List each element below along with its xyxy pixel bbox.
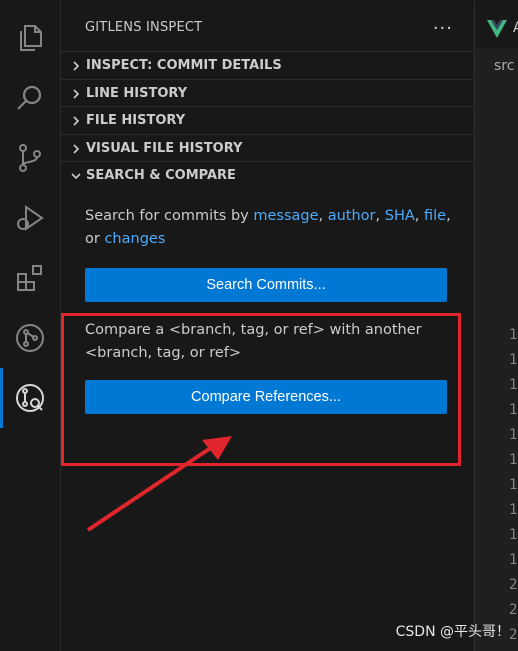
line-number: 1 xyxy=(509,452,518,468)
section-inspect-commit-details[interactable]: INSPECT: COMMIT DETAILS xyxy=(61,51,473,79)
search-description: Search for commits by message, author, S… xyxy=(85,205,455,251)
chevron-right-icon xyxy=(66,88,86,100)
line-number: 1 xyxy=(509,402,518,418)
line-number: 1 xyxy=(509,427,518,443)
section-visual-file-history[interactable]: VISUAL FILE HISTORY xyxy=(61,134,473,162)
search-prefix: Search for commits by xyxy=(85,208,254,224)
chevron-right-icon xyxy=(66,143,86,155)
editor-area: A src 1 1 1 1 1 1 1 1 1 1 2 2 2 xyxy=(474,0,518,651)
line-number: 1 xyxy=(509,352,518,368)
editor-tab-label[interactable]: A xyxy=(513,20,518,36)
section-line-history[interactable]: LINE HISTORY xyxy=(61,79,473,107)
more-actions-icon[interactable]: ··· xyxy=(433,18,453,39)
chevron-down-icon xyxy=(66,170,86,182)
highlight-box xyxy=(61,313,461,466)
section-label: VISUAL FILE HISTORY xyxy=(86,141,243,156)
line-number: 1 xyxy=(509,327,518,343)
gitlens-inspect-icon[interactable] xyxy=(0,368,60,428)
section-file-history[interactable]: FILE HISTORY xyxy=(61,106,473,134)
line-number: 1 xyxy=(509,527,518,543)
link-changes[interactable]: changes xyxy=(104,231,165,247)
chevron-right-icon xyxy=(66,60,86,72)
line-number: 2 xyxy=(509,602,518,618)
source-control-icon[interactable] xyxy=(0,128,60,188)
editor-tabbar: A xyxy=(475,0,518,48)
breadcrumb[interactable]: src xyxy=(494,58,514,74)
activity-bar xyxy=(0,0,61,651)
search-commits-button[interactable]: Search Commits... xyxy=(85,268,447,302)
section-label: LINE HISTORY xyxy=(86,86,188,101)
line-number: 2 xyxy=(509,577,518,593)
gitlens-icon[interactable] xyxy=(0,308,60,368)
watermark: CSDN @平头哥！ xyxy=(395,624,510,640)
separator: , xyxy=(375,208,385,224)
section-label: SEARCH & COMPARE xyxy=(86,168,236,183)
link-author[interactable]: author xyxy=(328,208,376,224)
sidebar-title: GITLENS INSPECT xyxy=(85,20,203,35)
chevron-right-icon xyxy=(66,115,86,127)
explorer-icon[interactable] xyxy=(0,8,60,68)
vue-icon xyxy=(487,20,507,38)
separator: , xyxy=(318,208,328,224)
line-number: 2 xyxy=(509,627,518,643)
link-file[interactable]: file xyxy=(424,208,446,224)
separator: , xyxy=(414,208,424,224)
section-search-compare[interactable]: SEARCH & COMPARE xyxy=(61,161,473,189)
line-number: 1 xyxy=(509,477,518,493)
section-label: INSPECT: COMMIT DETAILS xyxy=(86,58,282,73)
run-debug-icon[interactable] xyxy=(0,188,60,248)
section-label: FILE HISTORY xyxy=(86,113,186,128)
line-number: 1 xyxy=(509,552,518,568)
search-icon[interactable] xyxy=(0,68,60,128)
link-sha[interactable]: SHA xyxy=(385,208,415,224)
extensions-icon[interactable] xyxy=(0,248,60,308)
line-number: 1 xyxy=(509,377,518,393)
line-number: 1 xyxy=(509,502,518,518)
link-message[interactable]: message xyxy=(253,208,318,224)
